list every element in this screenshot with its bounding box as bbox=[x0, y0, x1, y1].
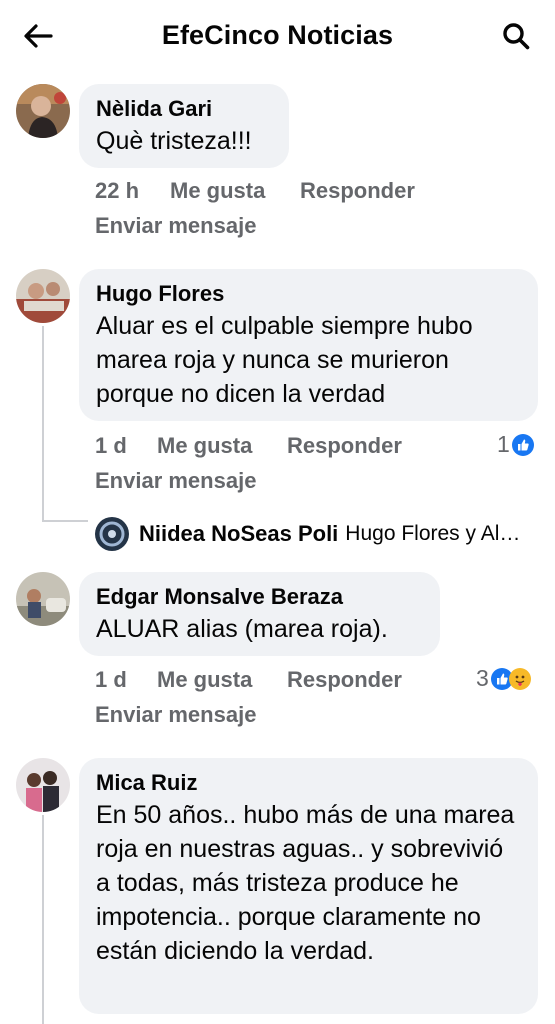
reaction-count[interactable]: 1 bbox=[497, 431, 534, 458]
avatar[interactable] bbox=[16, 84, 70, 138]
reply-author[interactable]: Niidea NoSeas Poli bbox=[139, 521, 338, 547]
care-reaction-icon bbox=[508, 667, 531, 690]
search-icon bbox=[503, 23, 530, 50]
thread-line bbox=[42, 520, 88, 522]
like-reaction-icon bbox=[511, 433, 534, 456]
avatar[interactable] bbox=[16, 269, 70, 323]
comment-bubble[interactable]: Hugo Flores Aluar es el culpable siempre… bbox=[79, 269, 538, 421]
reply-preview-text: Hugo Flores y Al… bbox=[345, 522, 521, 545]
comment-bubble[interactable]: Mica Ruiz En 50 años.. hubo más de una m… bbox=[79, 758, 538, 1014]
like-button[interactable]: Me gusta bbox=[170, 178, 265, 204]
comment-author[interactable]: Nèlida Gari bbox=[96, 94, 273, 124]
thread-line bbox=[42, 815, 44, 1024]
comment-time[interactable]: 1 d bbox=[95, 667, 127, 693]
comment-bubble[interactable]: Edgar Monsalve Beraza ALUAR alias (marea… bbox=[79, 572, 440, 656]
comment-text: En 50 años.. hubo más de una marea roja … bbox=[96, 801, 515, 965]
like-button[interactable]: Me gusta bbox=[157, 433, 252, 459]
comment-time[interactable]: 22 h bbox=[95, 178, 139, 204]
send-message-link[interactable]: Enviar mensaje bbox=[95, 213, 256, 239]
comment-author[interactable]: Hugo Flores bbox=[96, 279, 522, 309]
reply-button[interactable]: Responder bbox=[287, 433, 402, 459]
reply-button[interactable]: Responder bbox=[300, 178, 415, 204]
top-bar: EfeCinco Noticias bbox=[0, 0, 555, 72]
reply-button[interactable]: Responder bbox=[287, 667, 402, 693]
avatar[interactable] bbox=[95, 517, 129, 551]
send-message-link[interactable]: Enviar mensaje bbox=[95, 468, 256, 494]
reaction-count-label: 1 bbox=[497, 431, 510, 457]
like-button[interactable]: Me gusta bbox=[157, 667, 252, 693]
comment-actions: 22 h Me gusta Responder bbox=[95, 178, 495, 208]
send-message-link[interactable]: Enviar mensaje bbox=[95, 702, 256, 728]
comment-author[interactable]: Edgar Monsalve Beraza bbox=[96, 582, 424, 612]
page-title: EfeCinco Noticias bbox=[161, 20, 394, 50]
thread-line bbox=[42, 326, 44, 522]
reaction-count-label: 3 bbox=[476, 665, 489, 691]
reaction-count[interactable]: 3 bbox=[476, 665, 531, 692]
reply-preview[interactable]: Niidea NoSeas Poli Hugo Flores y Al… bbox=[95, 516, 520, 552]
comment-text: Què tristeza!!! bbox=[96, 127, 252, 155]
avatar[interactable] bbox=[16, 572, 70, 626]
comment-actions: 1 d Me gusta Responder bbox=[95, 667, 495, 697]
comment-author[interactable]: Mica Ruiz bbox=[96, 768, 522, 798]
comment-bubble[interactable]: Nèlida Gari Què tristeza!!! bbox=[79, 84, 289, 168]
search-button[interactable] bbox=[496, 18, 536, 54]
comment-actions: 1 d Me gusta Responder bbox=[95, 433, 495, 463]
avatar[interactable] bbox=[16, 758, 70, 812]
comment-text: ALUAR alias (marea roja). bbox=[96, 615, 388, 643]
comment-time[interactable]: 1 d bbox=[95, 433, 127, 459]
comment-text: Aluar es el culpable siempre hubo marea … bbox=[96, 312, 473, 408]
